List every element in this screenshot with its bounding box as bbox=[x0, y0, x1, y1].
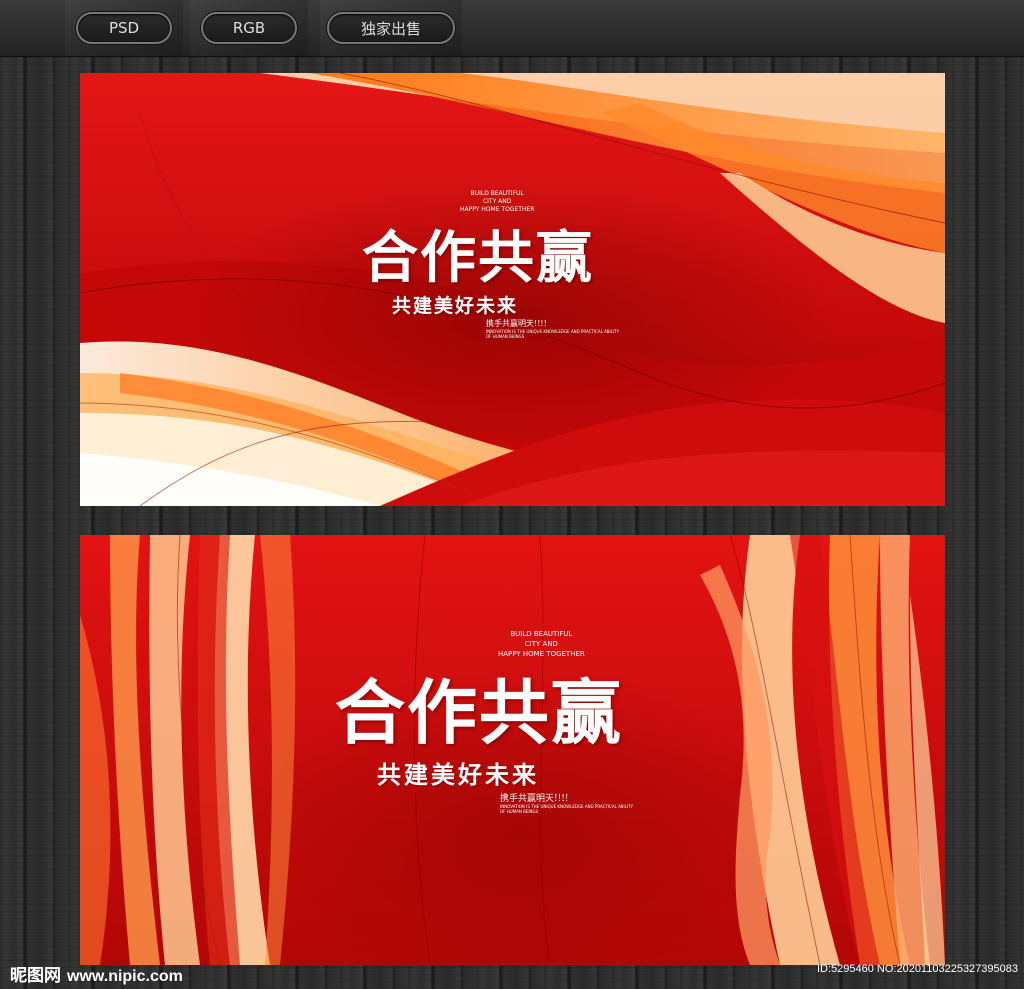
english-slogan-2: BUILD BEAUTIFUL CITY AND HAPPY HOME TOGE… bbox=[498, 630, 585, 658]
banner-horizontal-preview: BUILD BEAUTIFUL CITY AND HAPPY HOME TOGE… bbox=[80, 73, 945, 506]
main-title: 合作共赢 bbox=[362, 225, 594, 291]
tagline-english-2: INNOVATION IS THE UNIQUE KNOWLEDGE AND P… bbox=[500, 804, 634, 814]
rgb-button[interactable]: RGB bbox=[201, 12, 297, 44]
site-name: 昵图网 bbox=[10, 966, 61, 986]
exclusive-sale-button[interactable]: 独家出售 bbox=[327, 12, 455, 44]
tagline-2: 携手共赢明天!!!! bbox=[500, 794, 569, 804]
english-slogan: BUILD BEAUTIFUL CITY AND HAPPY HOME TOGE… bbox=[460, 190, 535, 213]
top-toolbar: PSD RGB 独家出售 bbox=[0, 0, 1024, 57]
banner-vertical-preview: BUILD BEAUTIFUL CITY AND HAPPY HOME TOGE… bbox=[80, 535, 945, 965]
subtitle: 共建美好未来 bbox=[392, 295, 519, 317]
tab-exclusive[interactable]: 独家出售 bbox=[320, 0, 462, 56]
site-watermark: 昵图网 www.nipic.com bbox=[10, 961, 183, 986]
site-domain: www.nipic.com bbox=[67, 968, 183, 985]
tab-psd[interactable]: PSD bbox=[65, 0, 183, 56]
psd-button[interactable]: PSD bbox=[76, 12, 172, 44]
image-id-text: ID:5295460 NO:20201103225327395083 bbox=[816, 963, 1018, 975]
tagline-english: INNOVATION IS THE UNIQUE KNOWLEDGE AND P… bbox=[486, 329, 620, 339]
subtitle-2: 共建美好未来 bbox=[377, 761, 539, 789]
tagline: 携手共赢明天!!!! bbox=[486, 319, 547, 328]
tab-rgb[interactable]: RGB bbox=[190, 0, 308, 56]
main-title-2: 合作共赢 bbox=[335, 671, 623, 754]
